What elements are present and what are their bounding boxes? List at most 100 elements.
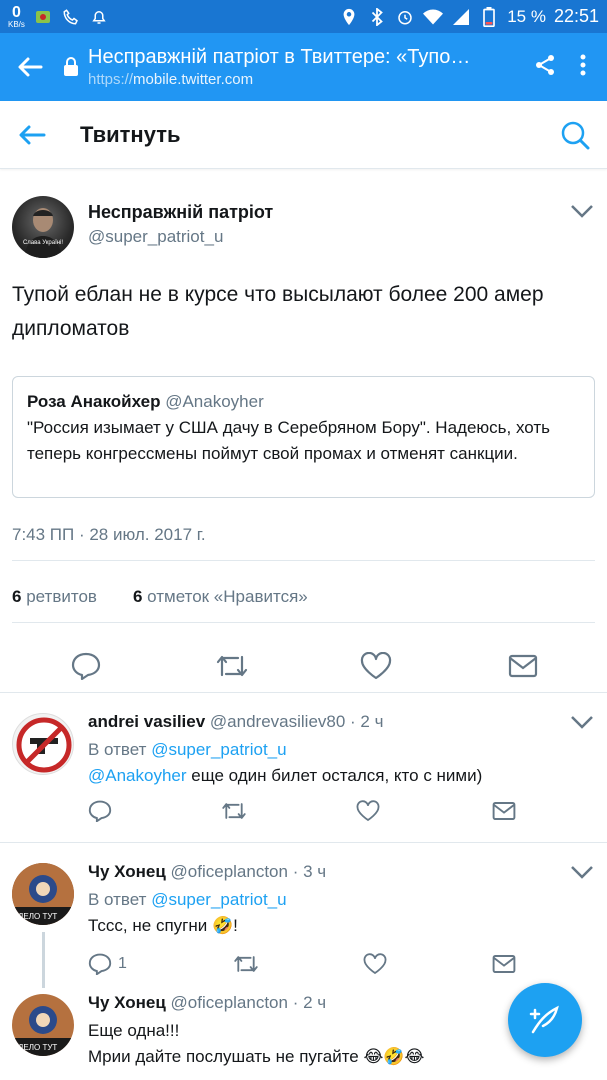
tweet-menu-button[interactable] — [570, 204, 594, 223]
reply-author-handle[interactable]: @oficeplancton — [171, 993, 288, 1012]
svg-text:ДЕЛО ТУТ: ДЕЛО ТУТ — [18, 1043, 57, 1052]
envelope-icon — [492, 802, 516, 820]
status-bar: 0 KB/s 15 % 22:51 — [0, 0, 607, 33]
network-speed-unit: KB/s — [8, 19, 25, 29]
author-handle[interactable]: @super_patriot_u — [88, 227, 273, 247]
reply-to-link[interactable]: @super_patriot_u — [151, 740, 286, 759]
retweet-button[interactable] — [220, 796, 248, 826]
direct-message-button[interactable] — [492, 949, 516, 979]
reply-to-link[interactable]: @super_patriot_u — [151, 890, 286, 909]
reply-time: · 3 ч — [292, 862, 327, 881]
separator — [0, 692, 607, 693]
chevron-down-icon — [571, 205, 593, 218]
url-scheme: https:// — [88, 71, 134, 88]
address-bar[interactable]: Несправжній патріот в Твиттере: «Тупо… h… — [88, 46, 519, 88]
page-url: https://mobile.twitter.com — [88, 71, 519, 88]
like-button[interactable] — [356, 796, 380, 826]
reply-author-name[interactable]: Чу Хонец — [88, 993, 166, 1012]
quoted-tweet-text: "Россия изымает у США дачу в Серебряном … — [27, 418, 550, 463]
retweet-button[interactable] — [232, 949, 260, 979]
reply-author-avatar[interactable] — [12, 713, 74, 775]
retweet-icon — [222, 803, 246, 819]
author-name[interactable]: Несправжній патріот — [88, 202, 273, 223]
avatar-caption: Слава Україні! — [22, 240, 64, 246]
divider — [12, 622, 595, 623]
reply-author-avatar[interactable]: ДЕЛО ТУТ — [12, 863, 74, 925]
envelope-icon — [508, 654, 538, 678]
heart-icon — [356, 800, 380, 822]
back-button[interactable] — [0, 124, 64, 146]
tweet-timestamp[interactable]: 7:43 ПП · 28 июл. 2017 г. — [12, 525, 206, 545]
reply-author-name[interactable]: andrei vasiliev — [88, 712, 205, 731]
reply-author-name[interactable]: Чу Хонец — [88, 862, 166, 881]
like-button[interactable] — [356, 646, 396, 686]
likes-label: отметок «Нравится» — [147, 587, 308, 606]
header-title: Твитнуть — [80, 121, 181, 147]
url-host: mobile.twitter.com — [133, 71, 254, 88]
direct-message-button[interactable] — [492, 796, 516, 826]
author-avatar[interactable]: Слава Україні! — [12, 196, 74, 258]
reply-icon — [71, 652, 101, 680]
battery-level: 15 % — [507, 6, 546, 26]
reply-text: Тссс, не спугни 🤣! — [88, 916, 238, 935]
reply-author-handle[interactable]: @andrevasiliev80 — [210, 712, 345, 731]
retweets-stat[interactable]: 6 ретвитов — [12, 587, 97, 607]
overflow-menu-button[interactable] — [579, 53, 587, 82]
retweet-icon — [234, 956, 258, 972]
share-icon — [536, 54, 554, 75]
reply-time: · 2 ч — [292, 993, 327, 1012]
browser-back-button[interactable] — [0, 56, 60, 78]
tweet-text: Тупой еблан не в курсе что высылают боле… — [12, 283, 544, 340]
reply-prefix: В ответ — [88, 740, 147, 759]
heart-icon — [363, 953, 387, 975]
retweets-count: 6 — [12, 587, 22, 606]
arrow-left-icon — [19, 125, 46, 144]
like-button[interactable] — [363, 949, 387, 979]
quoted-author-handle: @Anakoyher — [165, 392, 264, 411]
likes-count: 6 — [132, 587, 143, 606]
tweet-actions — [0, 646, 607, 686]
wifi-icon — [423, 7, 444, 27]
browser-toolbar: Несправжній патріот в Твиттере: «Тупо… h… — [0, 33, 607, 101]
location-icon — [339, 7, 359, 27]
envelope-icon — [492, 955, 516, 973]
likes-stat[interactable]: 6 отметок «Нравится» — [133, 587, 308, 607]
network-speed: 0 KB/s — [8, 3, 25, 29]
reply-prefix: В ответ — [88, 890, 147, 909]
reply-icon — [88, 953, 112, 975]
compose-feather-icon — [529, 1005, 559, 1034]
reply-actions: 1 — [88, 949, 528, 979]
phone-icon — [61, 7, 81, 27]
retweet-button[interactable] — [212, 646, 252, 686]
reply-actions — [88, 796, 528, 826]
svg-text:ДЕЛО ТУТ: ДЕЛО ТУТ — [18, 912, 57, 921]
tweet-stats: 6 ретвитов 6 отметок «Нравится» — [12, 587, 308, 607]
app-notification-icon — [33, 7, 53, 27]
direct-message-button[interactable] — [503, 646, 543, 686]
search-icon — [561, 121, 590, 149]
heart-icon — [360, 652, 392, 680]
alarm-icon — [395, 7, 415, 27]
quoted-author-name: Роза Анакойхер — [27, 392, 161, 411]
mention-link[interactable]: @Anakoyher — [88, 766, 187, 785]
retweets-label: ретвитов — [26, 587, 97, 606]
quoted-tweet[interactable]: Роза Анакойхер @Anakoyher "Россия изымае… — [12, 376, 595, 498]
arrow-left-icon — [18, 57, 43, 77]
reply-author-handle[interactable]: @oficeplancton — [171, 862, 288, 881]
reply-button[interactable] — [66, 646, 106, 686]
reply-author-avatar[interactable]: ДЕЛО ТУТ — [12, 994, 74, 1056]
reply-button[interactable]: 1 — [88, 949, 127, 979]
battery-icon — [479, 6, 499, 27]
divider — [12, 560, 595, 561]
retweet-icon — [216, 655, 248, 677]
reply-text-line: Мрии дайте послушать не пугайте 😂🤣😂 — [88, 1047, 425, 1066]
lock-icon — [60, 57, 82, 77]
network-speed-value: 0 — [12, 3, 21, 21]
reply-button[interactable] — [88, 796, 112, 826]
more-vertical-icon — [580, 54, 586, 75]
bell-icon — [89, 7, 109, 27]
reply-time: · 2 ч — [350, 712, 384, 731]
search-button[interactable] — [543, 120, 607, 150]
compose-tweet-button[interactable] — [508, 983, 582, 1057]
share-button[interactable] — [533, 53, 557, 82]
